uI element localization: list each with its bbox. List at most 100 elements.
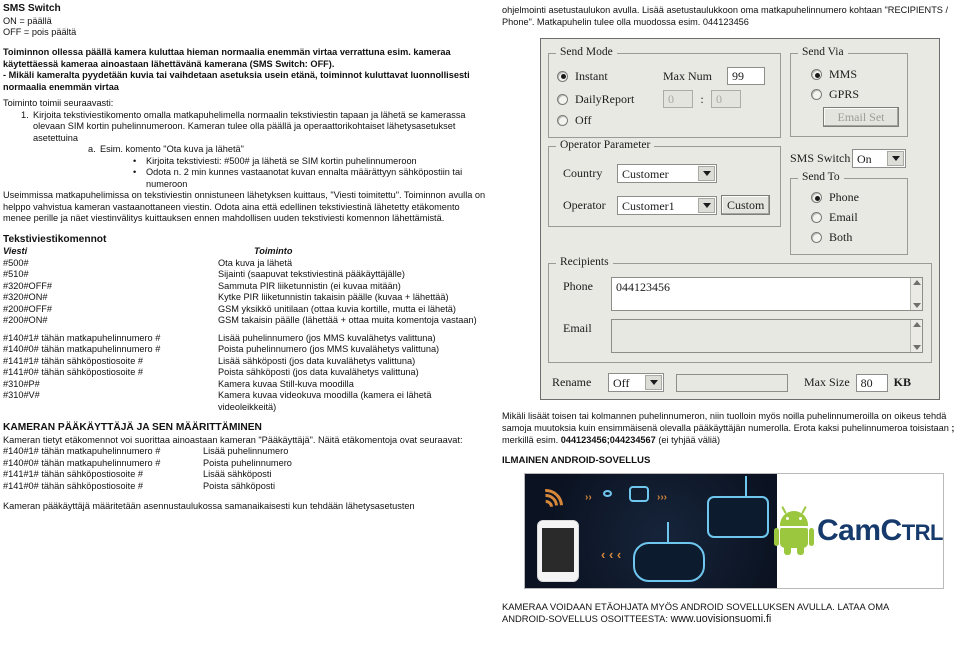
- radio-mms[interactable]: [811, 69, 822, 80]
- send-mode-off-row: Off: [557, 113, 772, 128]
- cmd-code: #141#0# tähän sähköpostiosoite #: [3, 480, 143, 491]
- note-part-2: merkillä esim.: [502, 435, 561, 445]
- cmd-desc: Sijainti (saapuvat tekstiviestinä pääkäy…: [218, 269, 405, 280]
- chevron-down-icon[interactable]: [887, 151, 904, 166]
- radio-off[interactable]: [557, 115, 568, 126]
- table-row: #200#ON# GSM takaisin päälle (lähettää + …: [3, 315, 488, 327]
- cmd-desc: Lisää sähköposti: [203, 469, 272, 480]
- smartphone-icon: [537, 520, 579, 582]
- send-to-group: Send To Phone Email Both: [790, 171, 908, 255]
- sms-on-line: ON = päällä: [3, 15, 52, 26]
- bullet-text: Kirjoita tekstiviesti: #500# ja lähetä s…: [146, 155, 417, 166]
- scroll-up-icon[interactable]: [912, 322, 921, 327]
- android-download-line-1: KAMERAA VOIDAAN ETÄOHJATA MYÖS ANDROID S…: [502, 601, 890, 612]
- how-it-works-intro: Toiminto toimii seuraavasti:: [3, 98, 114, 109]
- recipients-caption: Recipients: [556, 256, 613, 268]
- radio-instant[interactable]: [557, 70, 568, 82]
- step-1-text: Kirjoita tekstiviestikomento omalla matk…: [33, 109, 466, 143]
- sms-switch-value: On: [857, 152, 872, 166]
- scroll-down-icon[interactable]: [912, 345, 921, 350]
- radio-gprs[interactable]: [811, 89, 822, 100]
- bullet-icon: •: [133, 167, 137, 178]
- country-select[interactable]: Customer: [617, 164, 717, 183]
- cmd-desc: GSM takaisin päälle (lähettää + ottaa mu…: [218, 315, 477, 326]
- download-prefix: ANDROID-SOVELLUS OSOITTEESTA:: [502, 613, 671, 624]
- radio-dailyreport-label: DailyReport: [575, 91, 635, 106]
- radio-instant-label: Instant: [575, 68, 608, 83]
- chevron-down-icon[interactable]: [645, 375, 662, 390]
- camctrl-banner-image: ›› ››› ‹ ‹ ‹ CamCTRL: [524, 473, 944, 589]
- email-set-button[interactable]: Email Set: [823, 107, 899, 127]
- website-url[interactable]: www.uovisionsuomi.fi: [671, 613, 772, 625]
- chevron-down-icon[interactable]: [698, 197, 715, 213]
- radio-dailyreport[interactable]: [557, 93, 568, 105]
- table-row: #510# Sijainti (saapuvat tekstiviestinä p…: [3, 269, 488, 281]
- cmd-desc: Poista puhelinnumero (jos MMS kuvalähety…: [218, 344, 440, 355]
- email-scrollbar[interactable]: [910, 320, 922, 352]
- daily-hour-input[interactable]: 0: [663, 90, 693, 108]
- cmd-desc: Ota kuva ja lähetä: [218, 257, 293, 268]
- table-row: #200#OFF# GSM yksikkö unitilaan (ottaa ku…: [3, 304, 488, 316]
- max-num-input[interactable]: 99: [727, 67, 765, 85]
- table-row: #141#0# tähän sähköpostiosoite # Poista s…: [3, 481, 488, 493]
- cmd-code: #310#V#: [3, 390, 40, 401]
- send-via-mms-row: MMS: [799, 67, 899, 82]
- max-num-label: Max Num: [663, 68, 712, 83]
- time-separator: :: [700, 91, 704, 106]
- radio-phone[interactable]: [811, 192, 822, 203]
- right-column: ohjelmointi asetustaulukon avulla. Lisää…: [500, 0, 960, 649]
- note-example-numbers: 044123456;044234567: [560, 435, 656, 445]
- operator-value: Customer1: [622, 198, 675, 213]
- cmd-code: #510#: [3, 269, 29, 280]
- banner-illustration: ›› ››› ‹ ‹ ‹: [525, 474, 777, 588]
- admin-section-intro: Kameran tietyt etäkomennot voi suorittaa…: [3, 434, 463, 445]
- radio-email[interactable]: [811, 212, 822, 223]
- camctrl-logo: CamCTRL: [774, 474, 943, 588]
- android-app-title: ILMAINEN ANDROID-SOVELLUS: [502, 455, 651, 466]
- cmd-desc: Kytke PIR liiketunnistin takaisin päälle…: [218, 292, 449, 303]
- custom-button[interactable]: Custom: [721, 195, 771, 215]
- small-dot-icon: [603, 490, 612, 497]
- scroll-up-icon[interactable]: [912, 280, 921, 285]
- confirmation-paragraph: Useimmissa matkapuhelimissa on tekstivie…: [3, 190, 486, 224]
- rename-text-input[interactable]: [676, 373, 788, 392]
- table-row: #141#0# tähän sähköpostiosoite # Poista s…: [3, 367, 488, 379]
- cmd-desc: Lisää puhelinnumero (jos MMS kuvalähetys…: [218, 332, 436, 343]
- max-size-label: Max Size: [804, 375, 850, 389]
- chevron-down-icon[interactable]: [698, 166, 715, 181]
- send-mode-instant-row: Instant Max Num 99: [557, 67, 772, 85]
- max-size-unit: KB: [893, 375, 911, 389]
- android-robot-icon: [774, 505, 815, 555]
- table-row: #320#ON# Kytke PIR liiketunnistin takaisi…: [3, 292, 488, 304]
- email-textarea[interactable]: [611, 319, 923, 353]
- table-row: #140#0# tähän matkapuhelinnumero # Poista…: [3, 458, 488, 470]
- header-toiminto: Toiminto: [254, 246, 293, 257]
- phone-screen: [542, 528, 574, 572]
- cmd-code: #141#1# tähän sähköpostiosoite #: [3, 355, 143, 366]
- operator-select[interactable]: Customer1: [617, 195, 717, 215]
- cmd-desc: Kamera kuvaa videokuva moodilla (kamera …: [218, 390, 432, 412]
- cmd-code: #140#0# tähän matkapuhelinnumero #: [3, 457, 161, 468]
- admin-footer-text: Kameran pääkäyttäjä määritetään asennust…: [3, 501, 415, 512]
- radio-email-label: Email: [829, 210, 858, 224]
- bullet-text: Odota n. 2 min kunnes vastaanotat kuvan …: [146, 167, 463, 189]
- table-row: #310#V# Kamera kuvaa videokuva moodilla (…: [3, 390, 488, 413]
- page-root: SMS Switch ON = päällä OFF = pois päältä…: [0, 0, 960, 649]
- operator-label: Operator: [563, 197, 606, 212]
- sms-switch-select[interactable]: On: [852, 149, 906, 168]
- step-1: 1. Kirjoita tekstiviestikomento omalla m…: [3, 110, 488, 145]
- rename-select[interactable]: Off: [608, 373, 664, 392]
- cmd-desc: Poista puhelinnumero: [203, 457, 292, 468]
- trail-camera-icon: [633, 542, 705, 582]
- radio-both[interactable]: [811, 232, 822, 243]
- daily-minute-input[interactable]: 0: [711, 90, 741, 108]
- chevron-right-icon: ›››: [657, 492, 667, 503]
- scroll-down-icon[interactable]: [912, 303, 921, 308]
- phone-scrollbar[interactable]: [910, 278, 922, 310]
- admin-section-title: KAMERAN PÄÄKÄYTTÄJÄ JA SEN MÄÄRITTÄMINEN: [3, 422, 262, 434]
- step-1-number: 1.: [21, 109, 29, 120]
- table-row: #141#1# tähän sähköpostiosoite # Lisää sä…: [3, 469, 488, 481]
- max-size-input[interactable]: 80: [855, 373, 888, 392]
- phone-textarea[interactable]: 044123456: [611, 277, 923, 311]
- send-to-both-row: Both: [799, 230, 899, 245]
